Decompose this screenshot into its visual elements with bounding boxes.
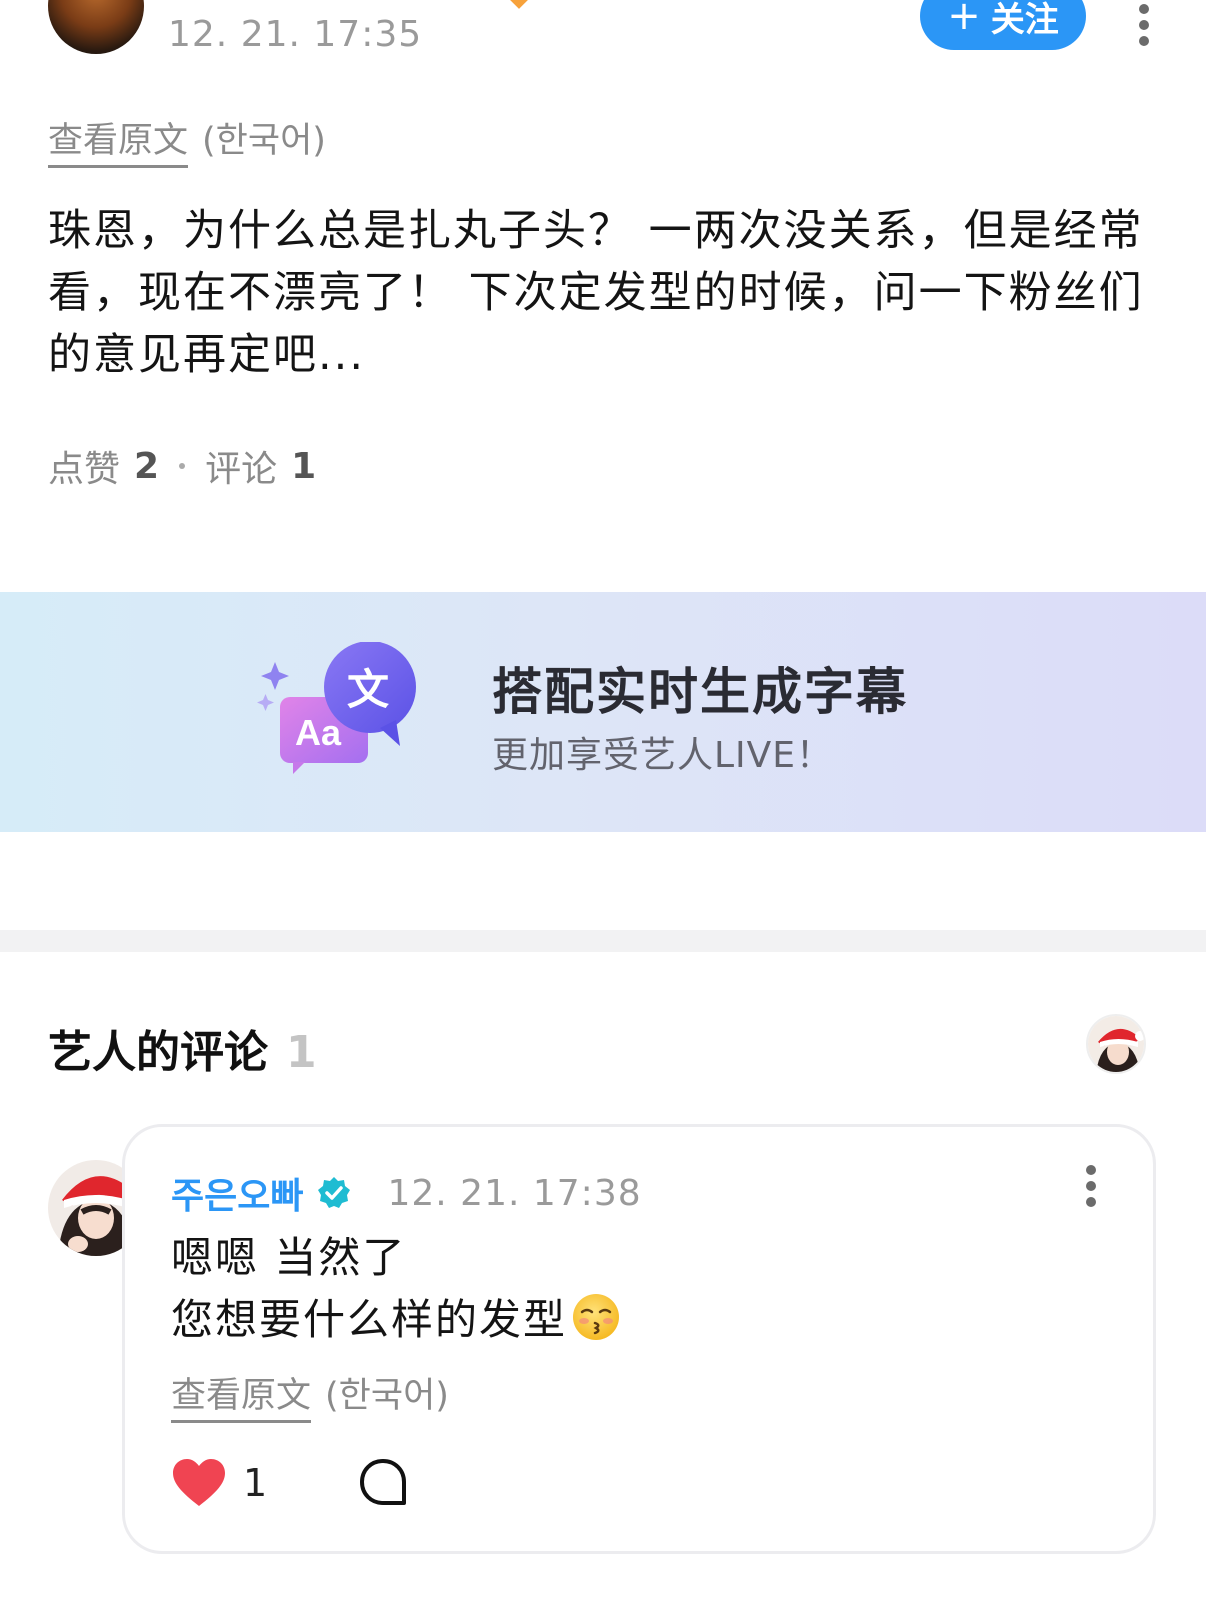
artist-comments-heading: 艺人的评论 1 bbox=[48, 1016, 317, 1080]
plus-icon: + bbox=[947, 0, 981, 39]
comment-body: 嗯嗯 当然了 您想要什么样的发型 bbox=[171, 1227, 621, 1351]
original-language-label: (한국어) bbox=[202, 121, 326, 161]
post-timestamp: 12. 21. 17:35 bbox=[168, 14, 423, 55]
likes-label: 点赞 bbox=[48, 449, 121, 490]
banner-title: 搭配实时生成字幕 bbox=[492, 663, 908, 721]
post-more-options-icon[interactable] bbox=[1134, 4, 1154, 48]
artist-comments-title: 艺人的评论 bbox=[48, 1027, 268, 1078]
artist-comment-card: 주은오빠 12. 21. 17:38 嗯嗯 当然了 您想要什么样的发型 查看原文… bbox=[122, 1124, 1156, 1554]
sparkle-icon bbox=[261, 662, 289, 690]
follow-button-label: 关注 bbox=[990, 0, 1059, 40]
post-stats: 点赞 2 评论 1 bbox=[48, 440, 316, 492]
comment-line-2-wrap: 您想要什么样的发型 bbox=[171, 1289, 621, 1351]
comment-line-2: 您想要什么样的发型 bbox=[171, 1295, 568, 1344]
decorative-badge-icon bbox=[509, 0, 529, 9]
stats-separator-dot bbox=[179, 463, 186, 469]
follow-button[interactable]: + 关注 bbox=[920, 0, 1086, 50]
comment-like-count: 1 bbox=[243, 1461, 268, 1505]
banner-icon-wen: 文 bbox=[347, 665, 389, 714]
post-author-avatar[interactable] bbox=[48, 0, 144, 54]
verified-badge-icon bbox=[318, 1177, 351, 1208]
comment-more-options-icon[interactable] bbox=[1081, 1165, 1101, 1209]
comments-count: 1 bbox=[291, 445, 317, 487]
comment-view-original-link[interactable]: 查看原文 bbox=[171, 1367, 312, 1423]
comment-header: 주은오빠 12. 21. 17:38 bbox=[171, 1167, 642, 1219]
artist-comments-count: 1 bbox=[286, 1027, 317, 1078]
comment-timestamp: 12. 21. 17:38 bbox=[387, 1172, 642, 1214]
subtitle-translate-icon: Aa 文 bbox=[257, 642, 416, 774]
view-original-link[interactable]: 查看原文 bbox=[48, 112, 189, 168]
section-divider bbox=[0, 930, 1206, 952]
comment-translation-row: 查看原文 (한국어) bbox=[171, 1367, 449, 1423]
heart-icon[interactable] bbox=[171, 1458, 227, 1508]
comment-bubble-icon[interactable] bbox=[357, 1457, 409, 1509]
banner-icon-aa: Aa bbox=[295, 712, 342, 753]
likes-count: 2 bbox=[134, 445, 160, 487]
kissing-face-emoji bbox=[573, 1294, 620, 1340]
banner-subtitle: 更加享受艺人LIVE！ bbox=[492, 735, 834, 776]
comment-line-1: 嗯嗯 当然了 bbox=[171, 1233, 407, 1282]
post-translation-row: 查看原文 (한국어) bbox=[48, 112, 326, 168]
comment-actions: 1 bbox=[171, 1457, 409, 1509]
comment-author-name[interactable]: 주은오빠 bbox=[171, 1167, 303, 1219]
live-subtitle-promo-banner[interactable]: Aa 文 搭配实时生成字幕 更加享受艺人LIVE！ bbox=[0, 592, 1206, 832]
post-body-text: 珠恩，为什么总是扎丸子头？ 一两次没关系，但是经常看，现在不漂亮了！ 下次定发型… bbox=[48, 206, 1144, 380]
comments-label: 评论 bbox=[205, 449, 278, 490]
artist-avatar-small[interactable] bbox=[1086, 1014, 1146, 1074]
comment-original-language: (한국어) bbox=[325, 1376, 449, 1416]
